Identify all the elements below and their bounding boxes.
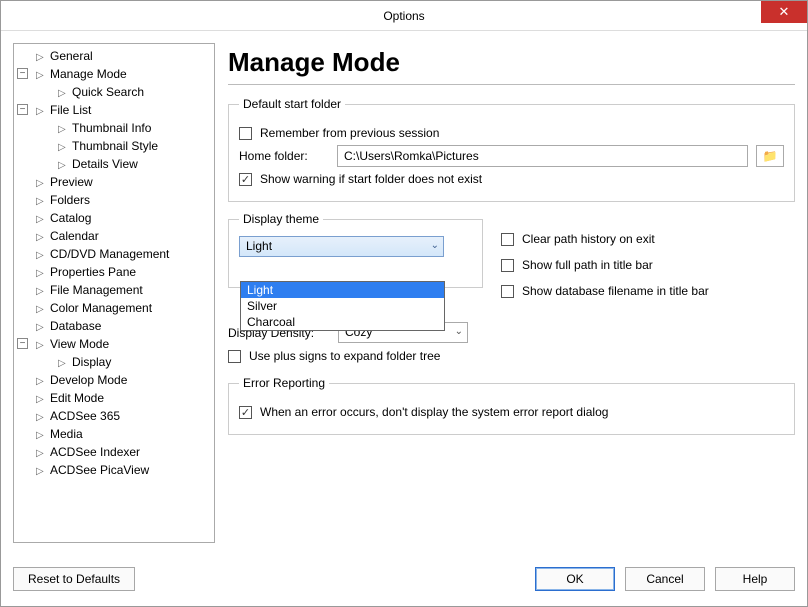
main-pane: Manage Mode Default start folder Remembe…	[228, 43, 795, 543]
dont-display-error-checkbox[interactable]	[239, 406, 252, 419]
theme-select[interactable]: Light ⌄	[239, 236, 444, 257]
group-legend: Default start folder	[239, 97, 345, 111]
tree-item-view-mode[interactable]: ▷View Mode	[14, 336, 214, 354]
full-path-label: Show full path in title bar	[522, 258, 653, 272]
arrow-icon: ▷	[58, 158, 68, 174]
tree-item-details-view[interactable]: ▷Details View	[14, 156, 214, 174]
arrow-icon: ▷	[58, 140, 68, 156]
theme-option-light[interactable]: Light	[241, 282, 444, 298]
theme-select-value: Light	[246, 239, 272, 253]
arrow-icon: ▷	[36, 194, 46, 210]
tree-item-acdsee-picaview[interactable]: ▷ACDSee PicaView	[14, 462, 214, 480]
arrow-icon: ▷	[36, 266, 46, 282]
close-icon: ✕	[779, 0, 790, 27]
tree-item-database[interactable]: ▷Database	[14, 318, 214, 336]
tree-item-display[interactable]: ▷Display	[14, 354, 214, 372]
theme-option-charcoal[interactable]: Charcoal	[241, 314, 444, 330]
page-title: Manage Mode	[228, 47, 795, 78]
arrow-icon: ▷	[36, 104, 46, 120]
arrow-icon: ▷	[36, 248, 46, 264]
arrow-icon: ▷	[58, 86, 68, 102]
close-button[interactable]: ✕	[761, 1, 807, 23]
tree-item-develop-mode[interactable]: ▷Develop Mode	[14, 372, 214, 390]
arrow-icon: ▷	[36, 284, 46, 300]
display-theme-group: Display theme Light ⌄	[228, 212, 483, 288]
db-filename-label: Show database filename in title bar	[522, 284, 709, 298]
window-title: Options	[383, 9, 424, 23]
tree-item-general[interactable]: ▷General	[14, 48, 214, 66]
chevron-down-icon: ⌄	[455, 326, 463, 337]
show-warning-checkbox[interactable]	[239, 173, 252, 186]
tree-item-preview[interactable]: ▷Preview	[14, 174, 214, 192]
theme-dropdown[interactable]: Light Silver Charcoal	[240, 281, 445, 331]
collapse-icon[interactable]	[17, 68, 28, 79]
browse-button[interactable]: 📁	[756, 145, 784, 167]
tree-item-calendar[interactable]: ▷Calendar	[14, 228, 214, 246]
tree-item-manage-mode[interactable]: ▷Manage Mode	[14, 66, 214, 84]
db-filename-checkbox[interactable]	[501, 285, 514, 298]
arrow-icon: ▷	[36, 392, 46, 408]
help-button[interactable]: Help	[715, 567, 795, 591]
plus-signs-checkbox[interactable]	[228, 350, 241, 363]
arrow-icon: ▷	[36, 428, 46, 444]
folder-icon: 📁	[763, 149, 778, 163]
show-warning-label: Show warning if start folder does not ex…	[260, 172, 482, 186]
tree-item-folders[interactable]: ▷Folders	[14, 192, 214, 210]
tree-item-properties-pane[interactable]: ▷Properties Pane	[14, 264, 214, 282]
arrow-icon: ▷	[36, 302, 46, 318]
arrow-icon: ▷	[58, 356, 68, 372]
tree-item-thumbnail-style[interactable]: ▷Thumbnail Style	[14, 138, 214, 156]
arrow-icon: ▷	[36, 230, 46, 246]
error-reporting-group: Error Reporting When an error occurs, do…	[228, 376, 795, 435]
ok-button[interactable]: OK	[535, 567, 615, 591]
tree-item-thumbnail-info[interactable]: ▷Thumbnail Info	[14, 120, 214, 138]
arrow-icon: ▷	[36, 338, 46, 354]
title-bar: Options ✕	[1, 1, 807, 31]
arrow-icon: ▷	[36, 68, 46, 84]
collapse-icon[interactable]	[17, 338, 28, 349]
tree-item-file-list[interactable]: ▷File List	[14, 102, 214, 120]
plus-signs-label: Use plus signs to expand folder tree	[249, 349, 440, 363]
tree-item-quick-search[interactable]: ▷Quick Search	[14, 84, 214, 102]
tree-item-color-management[interactable]: ▷Color Management	[14, 300, 214, 318]
tree-item-cddvd[interactable]: ▷CD/DVD Management	[14, 246, 214, 264]
full-path-checkbox[interactable]	[501, 259, 514, 272]
tree-item-acdsee-indexer[interactable]: ▷ACDSee Indexer	[14, 444, 214, 462]
cancel-button[interactable]: Cancel	[625, 567, 705, 591]
home-folder-label: Home folder:	[239, 149, 329, 163]
dont-display-error-label: When an error occurs, don't display the …	[260, 405, 608, 419]
tree-item-media[interactable]: ▷Media	[14, 426, 214, 444]
default-start-folder-group: Default start folder Remember from previ…	[228, 97, 795, 202]
remember-session-label: Remember from previous session	[260, 126, 439, 140]
arrow-icon: ▷	[36, 374, 46, 390]
theme-option-silver[interactable]: Silver	[241, 298, 444, 314]
group-legend: Display theme	[239, 212, 323, 226]
tree-item-edit-mode[interactable]: ▷Edit Mode	[14, 390, 214, 408]
clear-history-checkbox[interactable]	[501, 233, 514, 246]
bottom-bar: Reset to Defaults OK Cancel Help	[1, 552, 807, 606]
arrow-icon: ▷	[36, 320, 46, 336]
arrow-icon: ▷	[36, 464, 46, 480]
tree-item-file-management[interactable]: ▷File Management	[14, 282, 214, 300]
remember-session-checkbox[interactable]	[239, 127, 252, 140]
arrow-icon: ▷	[58, 122, 68, 138]
home-folder-input[interactable]	[337, 145, 748, 167]
reset-defaults-button[interactable]: Reset to Defaults	[13, 567, 135, 591]
tree-item-catalog[interactable]: ▷Catalog	[14, 210, 214, 228]
group-legend: Error Reporting	[239, 376, 329, 390]
arrow-icon: ▷	[36, 50, 46, 66]
divider	[228, 84, 795, 85]
tree-item-acdsee-365[interactable]: ▷ACDSee 365	[14, 408, 214, 426]
arrow-icon: ▷	[36, 176, 46, 192]
clear-history-label: Clear path history on exit	[522, 232, 655, 246]
arrow-icon: ▷	[36, 446, 46, 462]
chevron-down-icon: ⌄	[431, 240, 439, 251]
options-tree[interactable]: ▷General ▷Manage Mode ▷Quick Search ▷Fil…	[13, 43, 215, 543]
arrow-icon: ▷	[36, 212, 46, 228]
arrow-icon: ▷	[36, 410, 46, 426]
collapse-icon[interactable]	[17, 104, 28, 115]
